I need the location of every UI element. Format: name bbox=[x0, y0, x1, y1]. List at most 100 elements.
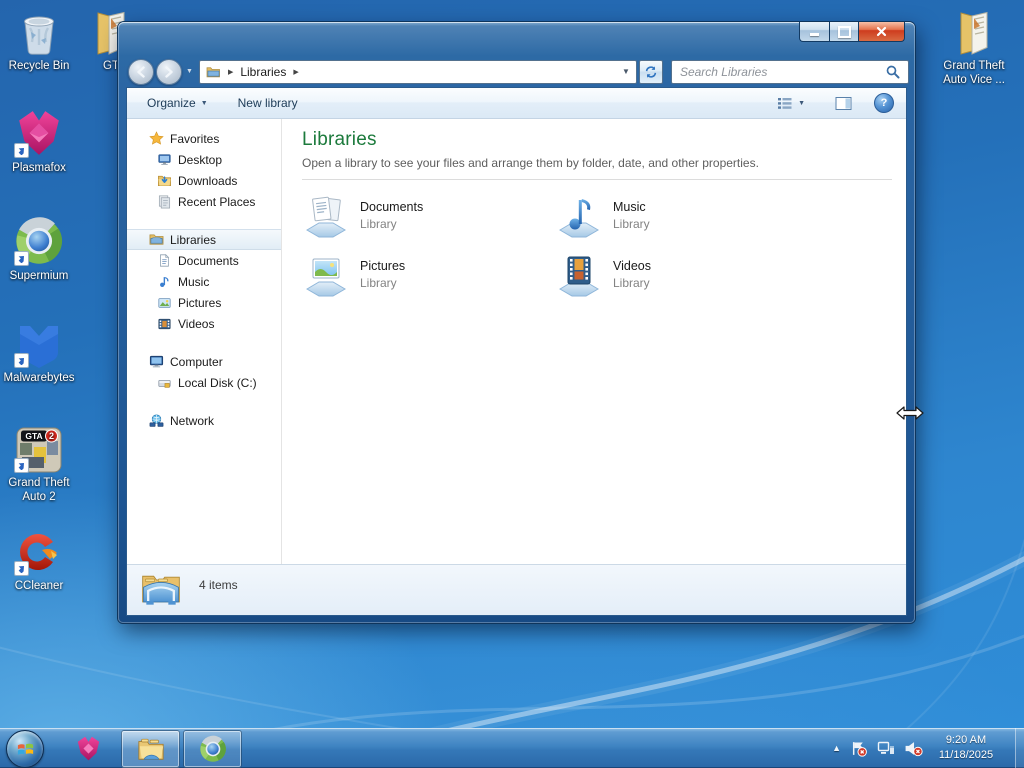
library-kind: Library bbox=[360, 276, 397, 290]
documents-library-icon bbox=[302, 193, 350, 239]
start-button[interactable] bbox=[6, 730, 44, 768]
page-title: Libraries bbox=[302, 129, 377, 150]
views-caret-icon: ▼ bbox=[798, 99, 805, 107]
sidebar-item-desktop[interactable]: Desktop bbox=[127, 149, 281, 170]
close-button[interactable] bbox=[859, 22, 905, 42]
library-item-videos[interactable]: Videos Library bbox=[555, 252, 795, 298]
windows-explorer-icon bbox=[137, 738, 164, 760]
minimize-icon bbox=[810, 32, 819, 36]
libraries-icon bbox=[148, 232, 164, 248]
library-item-music[interactable]: Music Library bbox=[555, 193, 795, 239]
taskbar-explorer-button[interactable] bbox=[121, 730, 180, 768]
organize-button[interactable]: Organize ▼ bbox=[139, 92, 216, 114]
sidebar-label: Pictures bbox=[178, 295, 222, 310]
sidebar-item-network[interactable]: Network bbox=[127, 410, 281, 431]
command-bar: Organize ▼ New library ▼ ? bbox=[127, 88, 906, 119]
preview-pane-button[interactable] bbox=[827, 92, 860, 115]
shortcut-arrow-badge bbox=[14, 353, 29, 368]
navigation-pane: Favorites Desktop Downloads Recent Place… bbox=[127, 119, 282, 564]
plasmafox-icon bbox=[77, 736, 99, 760]
desktop-icon-plasmafox[interactable]: Plasmafox bbox=[0, 108, 78, 175]
new-library-label: New library bbox=[237, 96, 298, 110]
sidebar-item-recent-places[interactable]: Recent Places bbox=[127, 191, 281, 212]
breadcrumb-libraries[interactable]: Libraries bbox=[240, 65, 286, 79]
taskbar-clock[interactable]: 9:20 AM 11/18/2025 bbox=[932, 733, 1000, 763]
show-hidden-icons-button[interactable]: ▲ bbox=[832, 743, 841, 753]
library-item-pictures[interactable]: Pictures Library bbox=[302, 252, 542, 298]
desktop-icon-gta-vice[interactable]: Grand Theft Auto Vice ... bbox=[935, 6, 1013, 88]
taskbar-supermium-button[interactable] bbox=[183, 730, 242, 768]
minimize-button[interactable] bbox=[799, 22, 829, 42]
desktop-icon-label: Malwarebytes bbox=[3, 372, 75, 384]
refresh-button[interactable] bbox=[638, 59, 663, 84]
desktop-icon-gta2[interactable]: GTA 2 Grand Theft Auto 2 bbox=[0, 423, 78, 505]
sidebar-item-music[interactable]: Music bbox=[127, 271, 281, 292]
change-view-button[interactable]: ▼ bbox=[769, 93, 813, 114]
show-desktop-button[interactable] bbox=[1015, 728, 1024, 768]
desktop-icon-label: Plasmafox bbox=[12, 162, 66, 174]
address-dropdown-icon[interactable]: ▼ bbox=[622, 67, 630, 76]
views-icon bbox=[778, 97, 792, 109]
forward-arrow-icon bbox=[165, 65, 173, 78]
desktop-icon-supermium[interactable]: Supermium bbox=[0, 216, 78, 283]
breadcrumb-arrow-icon[interactable]: ▶ bbox=[228, 68, 233, 76]
search-icon[interactable] bbox=[886, 65, 900, 79]
taskbar-plasmafox-icon[interactable] bbox=[74, 734, 102, 762]
recent-places-icon bbox=[156, 194, 172, 210]
desktop-icon-label: Supermium bbox=[9, 270, 69, 282]
sidebar-item-local-disk-c[interactable]: Local Disk (C:) bbox=[127, 372, 281, 393]
sidebar-item-favorites[interactable]: Favorites bbox=[127, 128, 281, 149]
windows-logo-icon bbox=[17, 743, 33, 755]
network-status-icon[interactable] bbox=[877, 740, 895, 756]
desktop-icon-malwarebytes[interactable]: Malwarebytes bbox=[0, 318, 78, 385]
page-subtitle: Open a library to see your files and arr… bbox=[302, 156, 759, 170]
sidebar-item-videos[interactable]: Videos bbox=[127, 313, 281, 334]
computer-icon bbox=[148, 354, 164, 370]
library-name: Documents bbox=[360, 200, 424, 214]
shortcut-arrow-badge bbox=[14, 458, 29, 473]
star-icon bbox=[148, 131, 164, 147]
sidebar-item-libraries[interactable]: Libraries bbox=[127, 229, 281, 250]
sidebar-item-documents[interactable]: Documents bbox=[127, 250, 281, 271]
sidebar-label: Recent Places bbox=[178, 194, 256, 209]
sidebar-label: Favorites bbox=[170, 131, 220, 146]
address-bar[interactable]: ▶ Libraries ▶ ▼ bbox=[198, 59, 637, 84]
action-center-flag-icon[interactable] bbox=[850, 740, 868, 757]
navigation-bar: ▼ ▶ Libraries ▶ ▼ Search Libraries bbox=[118, 55, 915, 88]
sidebar-item-downloads[interactable]: Downloads bbox=[127, 170, 281, 191]
help-button[interactable]: ? bbox=[874, 93, 894, 113]
forward-button[interactable] bbox=[156, 58, 182, 85]
supermium-icon bbox=[0, 216, 78, 266]
shortcut-arrow-badge bbox=[14, 143, 29, 158]
breadcrumb-arrow-icon[interactable]: ▶ bbox=[293, 68, 298, 76]
close-icon bbox=[876, 26, 887, 37]
search-box[interactable]: Search Libraries bbox=[670, 59, 909, 84]
sidebar-item-computer[interactable]: Computer bbox=[127, 351, 281, 372]
picture-icon bbox=[156, 295, 172, 311]
recent-pages-caret-icon[interactable]: ▼ bbox=[186, 68, 193, 75]
desktop-icon bbox=[156, 152, 172, 168]
search-placeholder: Search Libraries bbox=[679, 64, 768, 79]
recycle-bin-icon bbox=[0, 6, 78, 56]
new-library-button[interactable]: New library bbox=[230, 92, 306, 114]
shortcut-arrow-badge bbox=[14, 251, 29, 266]
desktop-icon-recycle-bin[interactable]: Recycle Bin bbox=[0, 6, 78, 73]
desktop-icon-ccleaner[interactable]: CCleaner bbox=[0, 526, 78, 593]
maximize-icon bbox=[837, 25, 851, 38]
library-kind: Library bbox=[360, 217, 397, 231]
window-caption-buttons bbox=[799, 22, 905, 42]
network-icon bbox=[148, 413, 164, 429]
maximize-button[interactable] bbox=[829, 22, 859, 42]
preview-pane-icon bbox=[835, 96, 852, 110]
window-client-area: Organize ▼ New library ▼ ? Favorites Des… bbox=[127, 88, 906, 615]
library-item-documents[interactable]: Documents Library bbox=[302, 193, 542, 239]
document-icon bbox=[156, 253, 172, 269]
gta2-icon: GTA 2 bbox=[0, 423, 78, 473]
header-divider bbox=[302, 179, 892, 180]
plasmafox-icon bbox=[0, 108, 78, 158]
back-button[interactable] bbox=[128, 58, 154, 85]
volume-muted-icon[interactable] bbox=[904, 740, 923, 757]
sidebar-item-pictures[interactable]: Pictures bbox=[127, 292, 281, 313]
back-arrow-icon bbox=[137, 65, 145, 78]
sidebar-label: Music bbox=[178, 274, 210, 289]
